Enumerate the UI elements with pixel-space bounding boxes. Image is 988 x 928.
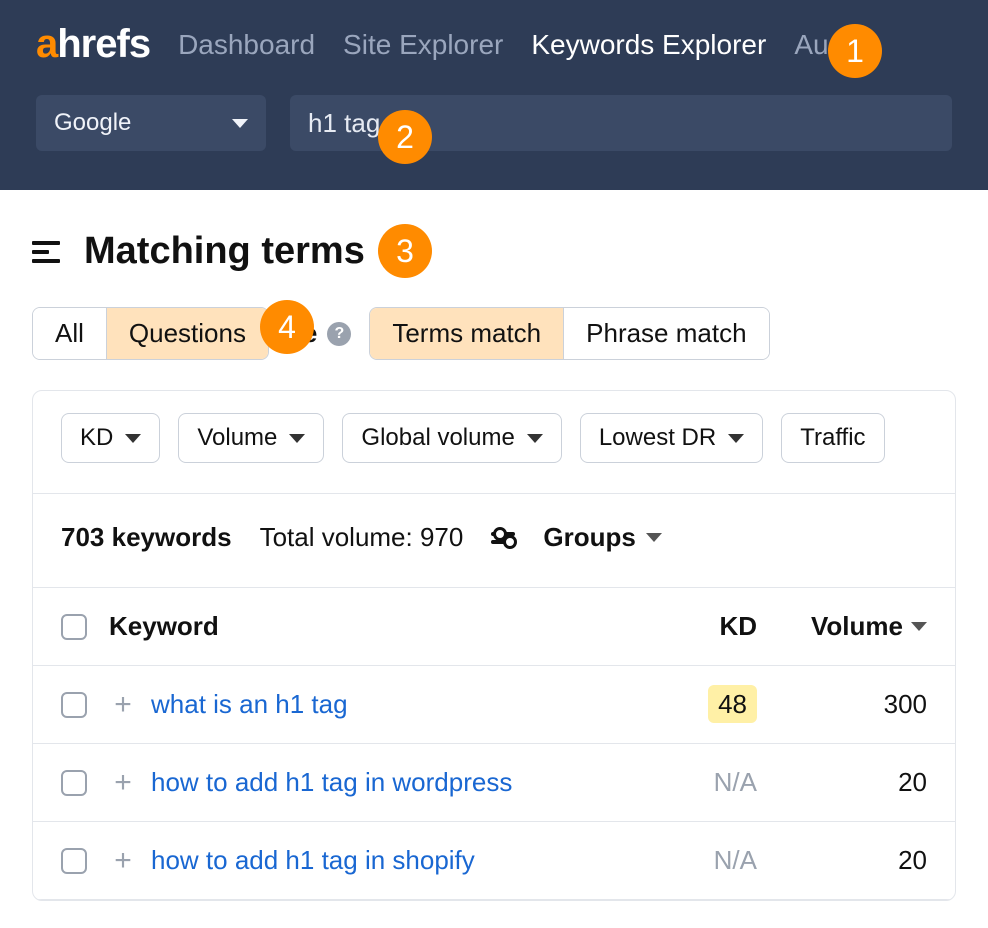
table-row: + how to add h1 tag in wordpress N/A 20 [33, 744, 955, 822]
keyword-link[interactable]: what is an h1 tag [151, 689, 647, 720]
filter-global-volume[interactable]: Global volume [342, 413, 561, 463]
search-row: Google h1 tag [0, 67, 988, 151]
tab-row: All Questions de ? Terms match Phrase ma… [32, 307, 956, 360]
logo-a: a [36, 22, 57, 67]
match-tab-group: Terms match Phrase match [369, 307, 769, 360]
filter-row: KD Volume Global volume Lowest DR Traffi… [61, 413, 927, 463]
row-checkbox[interactable] [61, 770, 87, 796]
expand-icon[interactable]: + [109, 766, 137, 800]
kd-value: 48 [647, 689, 757, 720]
nav-dashboard[interactable]: Dashboard [178, 29, 315, 61]
col-keyword[interactable]: Keyword [87, 611, 647, 642]
kd-value: N/A [647, 767, 757, 798]
filter-kd[interactable]: KD [61, 413, 160, 463]
tab-terms-match[interactable]: Terms match [370, 308, 563, 359]
page-title: Matching terms [84, 230, 365, 273]
chevron-down-icon [527, 434, 543, 443]
nav-site-explorer[interactable]: Site Explorer [343, 29, 503, 61]
table-row: + how to add h1 tag in shopify N/A 20 [33, 822, 955, 900]
nav-keywords-explorer[interactable]: Keywords Explorer [531, 29, 766, 61]
page-body: Matching terms All Questions de ? Terms … [0, 190, 988, 901]
chevron-down-icon [289, 434, 305, 443]
volume-value: 300 [757, 689, 927, 720]
select-all-checkbox[interactable] [61, 614, 87, 640]
logo-rest: hrefs [57, 22, 150, 67]
table-header-row: Keyword KD Volume [33, 588, 955, 666]
expand-icon[interactable]: + [109, 844, 137, 878]
results-header: 703 keywords Total volume: 970 Groups [33, 522, 955, 553]
divider [33, 493, 955, 494]
settings-icon[interactable] [491, 532, 515, 544]
annotation-badge-2: 2 [378, 110, 432, 164]
annotation-badge-4: 4 [260, 300, 314, 354]
logo[interactable]: ahrefs [36, 22, 150, 67]
chevron-down-icon [125, 434, 141, 443]
annotation-badge-1: 1 [828, 24, 882, 78]
groups-toggle[interactable]: Groups [543, 522, 661, 553]
kd-value: N/A [647, 845, 757, 876]
col-volume[interactable]: Volume [757, 611, 927, 642]
chevron-down-icon [646, 533, 662, 542]
tab-all[interactable]: All [33, 308, 106, 359]
volume-value: 20 [757, 767, 927, 798]
results-volume: Total volume: 970 [260, 522, 464, 553]
volume-value: 20 [757, 845, 927, 876]
type-tab-group: All Questions [32, 307, 269, 360]
chevron-down-icon [728, 434, 744, 443]
keyword-link[interactable]: how to add h1 tag in shopify [151, 845, 647, 876]
search-engine-value: Google [54, 109, 131, 137]
results-table: Keyword KD Volume + what is an h1 tag 48… [33, 587, 955, 900]
col-kd[interactable]: KD [647, 611, 757, 642]
chevron-down-icon [232, 119, 248, 128]
groups-label: Groups [543, 522, 635, 553]
title-row: Matching terms [32, 230, 956, 273]
filters-panel: KD Volume Global volume Lowest DR Traffi… [32, 390, 956, 901]
row-checkbox[interactable] [61, 848, 87, 874]
results-count: 703 keywords [61, 522, 232, 553]
expand-icon[interactable]: + [109, 688, 137, 722]
search-engine-select[interactable]: Google [36, 95, 266, 151]
annotation-badge-3: 3 [378, 224, 432, 278]
filter-traffic[interactable]: Traffic [781, 413, 884, 463]
keyword-link[interactable]: how to add h1 tag in wordpress [151, 767, 647, 798]
filter-lowest-dr[interactable]: Lowest DR [580, 413, 763, 463]
keyword-input-value: h1 tag [308, 108, 380, 139]
menu-icon[interactable] [32, 241, 60, 263]
tab-phrase-match[interactable]: Phrase match [563, 308, 768, 359]
filter-volume[interactable]: Volume [178, 413, 324, 463]
table-row: + what is an h1 tag 48 300 [33, 666, 955, 744]
row-checkbox[interactable] [61, 692, 87, 718]
sort-desc-icon [911, 622, 927, 631]
help-icon[interactable]: ? [327, 322, 351, 346]
tab-questions[interactable]: Questions [106, 308, 268, 359]
